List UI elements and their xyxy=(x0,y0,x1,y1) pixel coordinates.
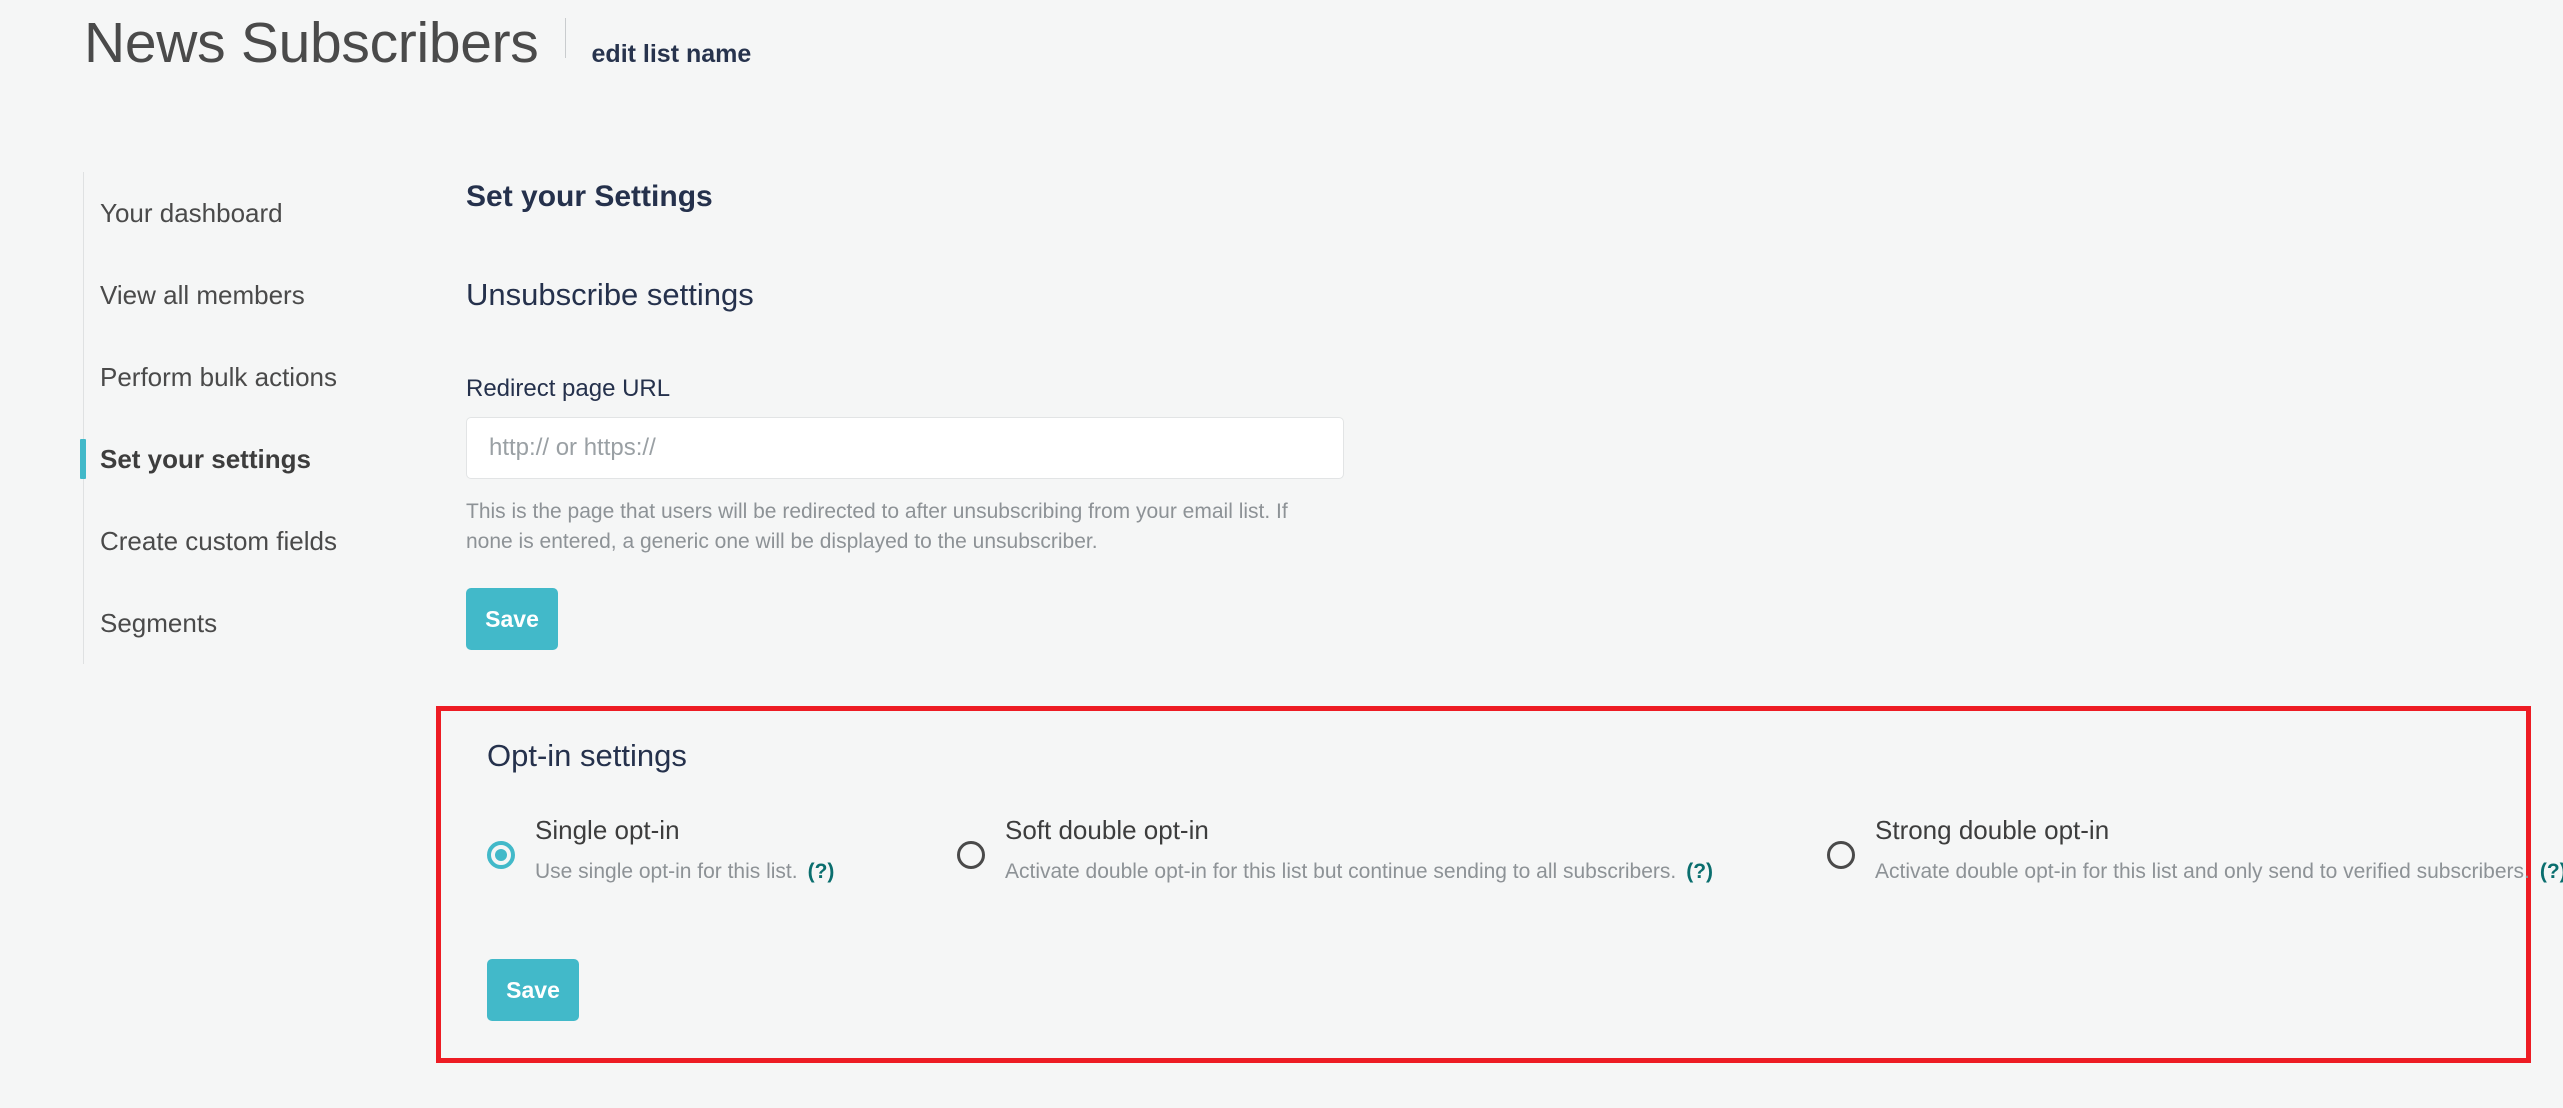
sidebar-item-label: Your dashboard xyxy=(100,197,283,228)
section-heading-optin: Opt-in settings xyxy=(487,738,687,773)
sidebar-nav: Your dashboard View all members Perform … xyxy=(80,172,383,664)
save-optin-button[interactable]: Save xyxy=(487,959,579,1021)
optin-option-title: Strong double opt-in xyxy=(1875,815,2110,845)
help-icon[interactable]: (?) xyxy=(2540,860,2563,883)
optin-settings-highlight-box: Opt-in settings Single opt-in Use single… xyxy=(436,706,2563,1063)
active-indicator xyxy=(80,439,86,479)
optin-option-soft-double[interactable]: Soft double opt-in Activate double opt-i… xyxy=(957,815,1827,884)
page-title: News Subscribers xyxy=(84,11,539,75)
sidebar-item-view-all-members[interactable]: View all members xyxy=(84,254,383,336)
active-indicator xyxy=(80,193,86,233)
optin-radio-group: Single opt-in Use single opt-in for this… xyxy=(487,815,2563,884)
save-unsubscribe-button[interactable]: Save xyxy=(466,588,558,650)
edit-list-name-link[interactable]: edit list name xyxy=(592,40,752,69)
redirect-url-input[interactable] xyxy=(466,417,1344,479)
optin-option-title: Soft double opt-in xyxy=(1005,815,1209,845)
optin-description-text: Activate double opt-in for this list but… xyxy=(1005,860,1677,883)
optin-description-text: Use single opt-in for this list. xyxy=(535,860,798,883)
sidebar-item-your-dashboard[interactable]: Your dashboard xyxy=(84,172,383,254)
active-indicator xyxy=(80,357,86,397)
optin-option-single[interactable]: Single opt-in Use single opt-in for this… xyxy=(487,815,957,884)
section-heading-settings: Set your Settings xyxy=(466,180,713,213)
sidebar-item-label: Segments xyxy=(100,607,218,638)
active-indicator xyxy=(80,603,86,643)
sidebar-item-label: View all members xyxy=(100,279,305,310)
sidebar-item-label: Set your settings xyxy=(100,443,311,474)
radio-single-opt-in[interactable] xyxy=(487,841,515,869)
optin-option-description: Use single opt-in for this list. (?) xyxy=(535,860,834,884)
sidebar-item-create-custom-fields[interactable]: Create custom fields xyxy=(84,500,383,582)
settings-page: News Subscribers edit list name Your das… xyxy=(0,0,2563,1108)
radio-soft-double-opt-in[interactable] xyxy=(957,841,985,869)
radio-strong-double-opt-in[interactable] xyxy=(1827,841,1855,869)
optin-option-description: Activate double opt-in for this list but… xyxy=(1005,860,1713,884)
sidebar-item-set-your-settings[interactable]: Set your settings xyxy=(80,418,383,500)
page-header: News Subscribers edit list name xyxy=(84,11,752,75)
help-icon[interactable]: (?) xyxy=(1686,860,1713,883)
sidebar-item-segments[interactable]: Segments xyxy=(84,582,383,664)
section-heading-unsubscribe: Unsubscribe settings xyxy=(466,277,754,312)
optin-description-text: Activate double opt-in for this list and… xyxy=(1875,860,2530,883)
sidebar-item-label: Create custom fields xyxy=(100,525,337,556)
redirect-url-help-text: This is the page that users will be redi… xyxy=(466,500,1288,553)
help-icon[interactable]: (?) xyxy=(808,860,835,883)
optin-option-strong-double[interactable]: Strong double opt-in Activate double opt… xyxy=(1827,815,2563,884)
header-divider xyxy=(564,18,566,58)
active-indicator xyxy=(80,275,86,315)
optin-option-description: Activate double opt-in for this list and… xyxy=(1875,860,2563,884)
sidebar-item-perform-bulk-actions[interactable]: Perform bulk actions xyxy=(84,336,383,418)
active-indicator xyxy=(80,521,86,561)
redirect-url-label: Redirect page URL xyxy=(466,375,671,402)
sidebar-item-label: Perform bulk actions xyxy=(100,361,337,392)
optin-option-title: Single opt-in xyxy=(535,815,680,845)
